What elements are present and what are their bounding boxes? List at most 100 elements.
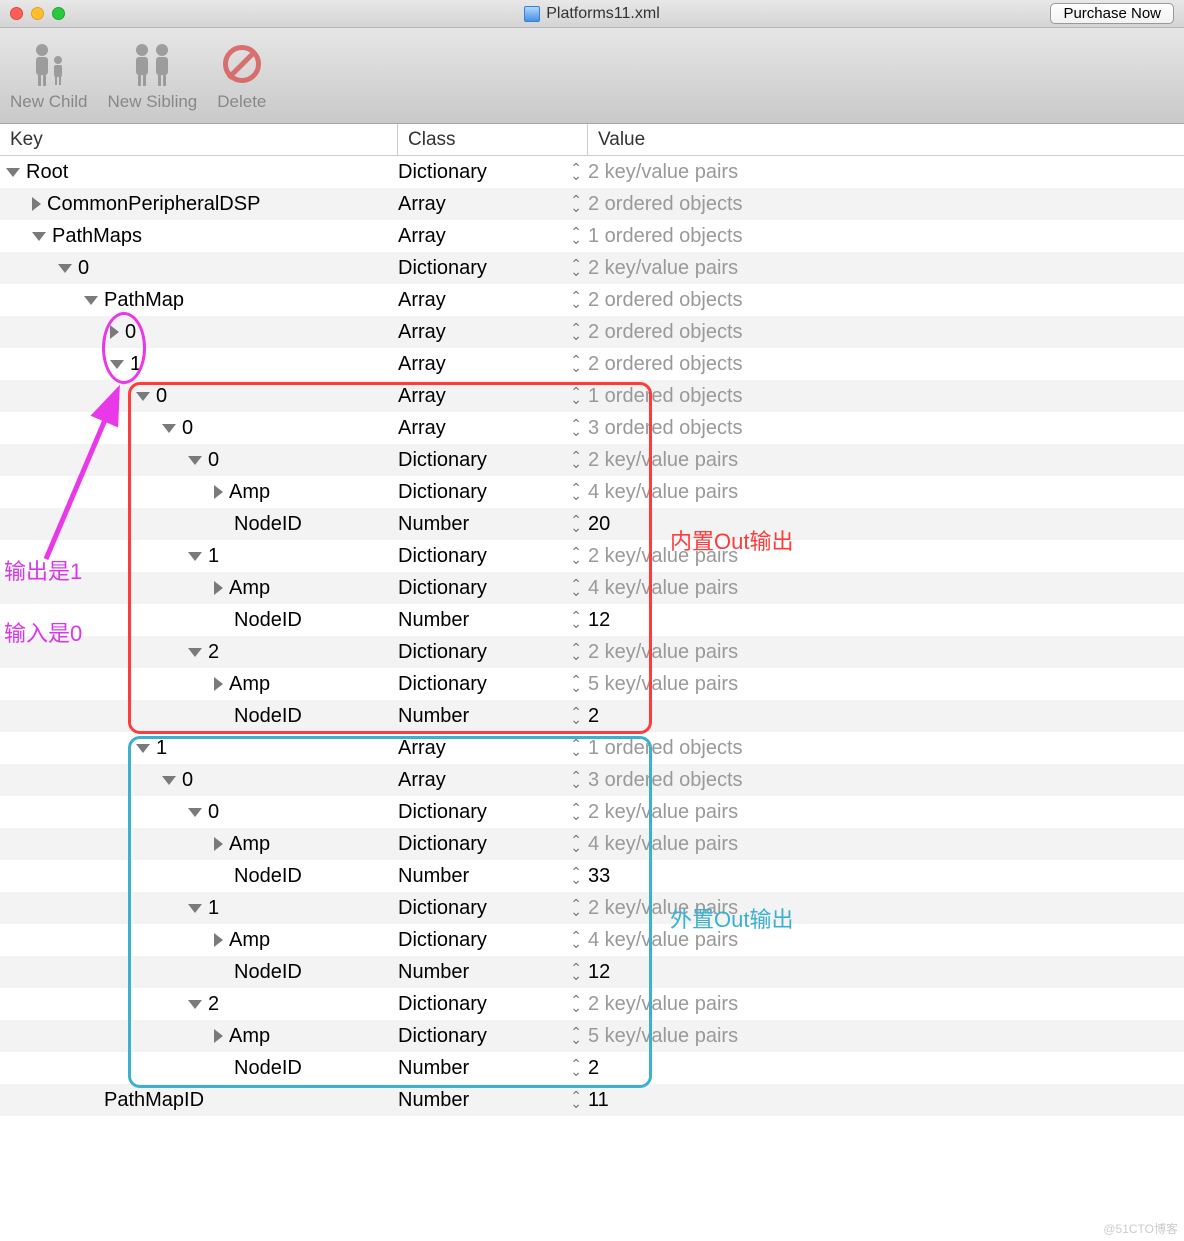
disclosure-triangle-icon[interactable]	[214, 581, 223, 595]
value-label[interactable]: 2 key/value pairs	[588, 161, 1184, 184]
new-child-button[interactable]: New Child	[10, 40, 87, 112]
value-label[interactable]: 2	[588, 1057, 1184, 1080]
disclosure-triangle-icon[interactable]	[214, 837, 223, 851]
value-label[interactable]: 4 key/value pairs	[588, 833, 1184, 856]
table-row[interactable]: AmpDictionary⌃⌄4 key/value pairs	[0, 828, 1184, 860]
value-label[interactable]: 3 ordered objects	[588, 417, 1184, 440]
table-row[interactable]: NodeIDNumber⌃⌄33	[0, 860, 1184, 892]
value-label[interactable]: 1 ordered objects	[588, 385, 1184, 408]
value-label[interactable]: 1 ordered objects	[588, 225, 1184, 248]
table-row[interactable]: 0Array⌃⌄3 ordered objects	[0, 764, 1184, 796]
table-row[interactable]: 2Dictionary⌃⌄2 key/value pairs	[0, 636, 1184, 668]
value-label[interactable]: 3 ordered objects	[588, 769, 1184, 792]
class-stepper-icon[interactable]: ⌃⌄	[570, 581, 582, 595]
header-value[interactable]: Value	[588, 124, 1184, 155]
class-stepper-icon[interactable]: ⌃⌄	[570, 325, 582, 339]
class-stepper-icon[interactable]: ⌃⌄	[570, 773, 582, 787]
class-stepper-icon[interactable]: ⌃⌄	[570, 453, 582, 467]
class-stepper-icon[interactable]: ⌃⌄	[570, 901, 582, 915]
value-label[interactable]: 2 ordered objects	[588, 321, 1184, 344]
disclosure-triangle-icon[interactable]	[32, 197, 41, 211]
table-row[interactable]: 1Dictionary⌃⌄2 key/value pairs	[0, 892, 1184, 924]
table-row[interactable]: NodeIDNumber⌃⌄20	[0, 508, 1184, 540]
table-row[interactable]: NodeIDNumber⌃⌄12	[0, 956, 1184, 988]
table-row[interactable]: AmpDictionary⌃⌄4 key/value pairs	[0, 572, 1184, 604]
header-class[interactable]: Class	[398, 124, 588, 155]
table-row[interactable]: AmpDictionary⌃⌄4 key/value pairs	[0, 476, 1184, 508]
disclosure-triangle-icon[interactable]	[188, 552, 202, 561]
class-stepper-icon[interactable]: ⌃⌄	[570, 165, 582, 179]
class-stepper-icon[interactable]: ⌃⌄	[570, 1061, 582, 1075]
disclosure-triangle-icon[interactable]	[162, 424, 176, 433]
disclosure-triangle-icon[interactable]	[136, 392, 150, 401]
disclosure-triangle-icon[interactable]	[136, 744, 150, 753]
disclosure-triangle-icon[interactable]	[188, 904, 202, 913]
value-label[interactable]: 2 key/value pairs	[588, 257, 1184, 280]
disclosure-triangle-icon[interactable]	[110, 325, 119, 339]
class-stepper-icon[interactable]: ⌃⌄	[570, 357, 582, 371]
class-stepper-icon[interactable]: ⌃⌄	[570, 677, 582, 691]
disclosure-triangle-icon[interactable]	[188, 456, 202, 465]
class-stepper-icon[interactable]: ⌃⌄	[570, 709, 582, 723]
class-stepper-icon[interactable]: ⌃⌄	[570, 837, 582, 851]
table-row[interactable]: 0Array⌃⌄1 ordered objects	[0, 380, 1184, 412]
class-stepper-icon[interactable]: ⌃⌄	[570, 229, 582, 243]
class-stepper-icon[interactable]: ⌃⌄	[570, 933, 582, 947]
class-stepper-icon[interactable]: ⌃⌄	[570, 1029, 582, 1043]
disclosure-triangle-icon[interactable]	[214, 1029, 223, 1043]
table-row[interactable]: NodeIDNumber⌃⌄2	[0, 1052, 1184, 1084]
class-stepper-icon[interactable]: ⌃⌄	[570, 805, 582, 819]
class-stepper-icon[interactable]: ⌃⌄	[570, 869, 582, 883]
class-stepper-icon[interactable]: ⌃⌄	[570, 197, 582, 211]
class-stepper-icon[interactable]: ⌃⌄	[570, 261, 582, 275]
class-stepper-icon[interactable]: ⌃⌄	[570, 1093, 582, 1107]
value-label[interactable]: 2 ordered objects	[588, 193, 1184, 216]
disclosure-triangle-icon[interactable]	[188, 808, 202, 817]
table-row[interactable]: 1Array⌃⌄1 ordered objects	[0, 732, 1184, 764]
value-label[interactable]: 33	[588, 865, 1184, 888]
class-stepper-icon[interactable]: ⌃⌄	[570, 549, 582, 563]
value-label[interactable]: 2 key/value pairs	[588, 801, 1184, 824]
table-row[interactable]: NodeIDNumber⌃⌄12	[0, 604, 1184, 636]
table-row[interactable]: 0Array⌃⌄3 ordered objects	[0, 412, 1184, 444]
value-label[interactable]: 2	[588, 705, 1184, 728]
table-row[interactable]: 1Array⌃⌄2 ordered objects	[0, 348, 1184, 380]
minimize-button[interactable]	[31, 7, 44, 20]
value-label[interactable]: 5 key/value pairs	[588, 673, 1184, 696]
value-label[interactable]: 11	[588, 1089, 1184, 1112]
header-key[interactable]: Key	[0, 124, 398, 155]
disclosure-triangle-icon[interactable]	[188, 648, 202, 657]
table-row[interactable]: AmpDictionary⌃⌄4 key/value pairs	[0, 924, 1184, 956]
table-row[interactable]: 0Dictionary⌃⌄2 key/value pairs	[0, 796, 1184, 828]
table-row[interactable]: 1Dictionary⌃⌄2 key/value pairs	[0, 540, 1184, 572]
new-sibling-button[interactable]: New Sibling	[107, 40, 197, 112]
table-row[interactable]: NodeIDNumber⌃⌄2	[0, 700, 1184, 732]
value-label[interactable]: 2 key/value pairs	[588, 449, 1184, 472]
disclosure-triangle-icon[interactable]	[188, 1000, 202, 1009]
disclosure-triangle-icon[interactable]	[214, 933, 223, 947]
disclosure-triangle-icon[interactable]	[110, 360, 124, 369]
value-label[interactable]: 12	[588, 961, 1184, 984]
disclosure-triangle-icon[interactable]	[6, 168, 20, 177]
class-stepper-icon[interactable]: ⌃⌄	[570, 645, 582, 659]
value-label[interactable]: 2 key/value pairs	[588, 641, 1184, 664]
disclosure-triangle-icon[interactable]	[214, 677, 223, 691]
class-stepper-icon[interactable]: ⌃⌄	[570, 485, 582, 499]
disclosure-triangle-icon[interactable]	[32, 232, 46, 241]
class-stepper-icon[interactable]: ⌃⌄	[570, 517, 582, 531]
table-row[interactable]: 0Dictionary⌃⌄2 key/value pairs	[0, 252, 1184, 284]
value-label[interactable]: 4 key/value pairs	[588, 577, 1184, 600]
table-row[interactable]: PathMapIDNumber⌃⌄11	[0, 1084, 1184, 1116]
disclosure-triangle-icon[interactable]	[84, 296, 98, 305]
table-row[interactable]: 0Array⌃⌄2 ordered objects	[0, 316, 1184, 348]
value-label[interactable]: 2 ordered objects	[588, 353, 1184, 376]
value-label[interactable]: 2 ordered objects	[588, 289, 1184, 312]
class-stepper-icon[interactable]: ⌃⌄	[570, 293, 582, 307]
class-stepper-icon[interactable]: ⌃⌄	[570, 997, 582, 1011]
table-row[interactable]: CommonPeripheralDSPArray⌃⌄2 ordered obje…	[0, 188, 1184, 220]
disclosure-triangle-icon[interactable]	[162, 776, 176, 785]
class-stepper-icon[interactable]: ⌃⌄	[570, 389, 582, 403]
value-label[interactable]: 2 key/value pairs	[588, 993, 1184, 1016]
close-button[interactable]	[10, 7, 23, 20]
table-row[interactable]: PathMapArray⌃⌄2 ordered objects	[0, 284, 1184, 316]
